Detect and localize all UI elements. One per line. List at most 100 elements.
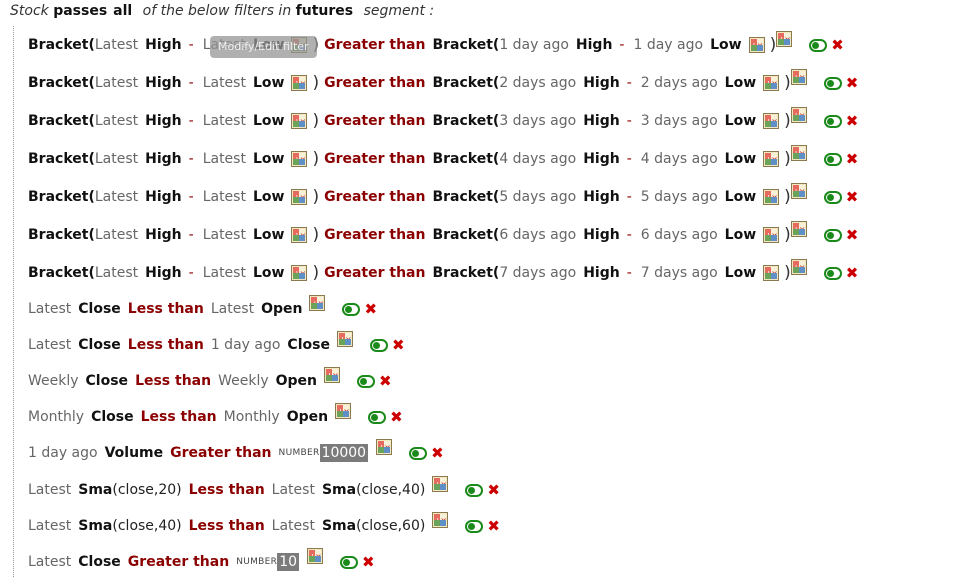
toggle-icon[interactable] [823,152,842,166]
delete-icon[interactable]: ✖ [846,185,859,209]
minus-operator[interactable]: - [189,33,194,57]
timeframe-label[interactable]: Monthly [224,405,280,429]
field-label[interactable]: Close [78,550,121,574]
operator-label[interactable]: Less than [189,514,265,538]
field-label[interactable]: Low [725,223,756,247]
timeframe-label[interactable]: Latest [95,33,138,57]
indicator-label[interactable]: Sma [78,514,112,538]
timeframe-label[interactable]: Latest [203,185,246,209]
timeframe-label[interactable]: Latest [95,71,138,95]
field-label[interactable]: Low [725,147,756,171]
indicator-args[interactable]: (close,20) [112,478,181,502]
toggle-icon[interactable] [368,410,387,424]
indicator-args[interactable]: (close,40) [356,478,425,502]
calculator-icon[interactable] [763,224,780,248]
timeframe-label[interactable]: Latest [203,147,246,171]
bracket-label[interactable]: Bracket( [28,223,95,247]
delete-icon[interactable]: ✖ [364,297,377,321]
field-label[interactable]: Open [287,405,328,429]
timeframe-label[interactable]: 5 days ago [641,185,718,209]
operator-label[interactable]: Greater than [128,550,229,574]
indicator-label[interactable]: Sma [322,478,356,502]
calculator-icon[interactable] [291,224,308,248]
bracket-label[interactable]: Bracket( [28,71,95,95]
field-label[interactable]: High [576,33,613,57]
bracket-label[interactable]: Bracket( [28,261,95,285]
field-label[interactable]: Close [78,297,121,321]
bracket-label[interactable]: Bracket( [432,109,499,133]
operator-label[interactable]: Less than [189,478,265,502]
calculator-icon[interactable] [763,262,780,286]
header-all[interactable]: all [113,3,132,19]
timeframe-label[interactable]: 5 days ago [499,185,576,209]
calculator-icon[interactable] [763,148,780,172]
timeframe-label[interactable]: Latest [272,478,315,502]
calculator-icon[interactable] [790,180,807,204]
toggle-icon[interactable] [823,266,842,280]
minus-operator[interactable]: - [627,261,632,285]
timeframe-label[interactable]: 2 days ago [641,71,718,95]
timeframe-label[interactable]: Latest [272,514,315,538]
timeframe-label[interactable]: 1 day ago [211,333,281,357]
delete-icon[interactable]: ✖ [487,478,500,502]
timeframe-label[interactable]: 6 days ago [641,223,718,247]
timeframe-label[interactable]: Weekly [28,369,79,393]
bracket-label[interactable]: Bracket( [432,71,499,95]
calculator-icon[interactable] [432,509,449,533]
timeframe-label[interactable]: 7 days ago [499,261,576,285]
indicator-args[interactable]: (close,60) [356,514,425,538]
bracket-label[interactable]: Bracket( [28,185,95,209]
minus-operator[interactable]: - [189,261,194,285]
calculator-icon[interactable] [763,186,780,210]
timeframe-label[interactable]: Latest [28,514,71,538]
field-label[interactable]: Close [78,333,121,357]
field-label[interactable]: Low [725,109,756,133]
field-label[interactable]: High [145,185,182,209]
minus-operator[interactable]: - [189,109,194,133]
minus-operator[interactable]: - [627,71,632,95]
toggle-icon[interactable] [823,228,842,242]
minus-operator[interactable]: - [619,33,624,57]
bracket-label[interactable]: Bracket( [432,147,499,171]
field-label[interactable]: High [583,223,620,247]
field-label[interactable]: High [145,33,182,57]
timeframe-label[interactable]: Latest [95,261,138,285]
calculator-icon[interactable] [763,110,780,134]
calculator-icon[interactable] [790,218,807,242]
field-label[interactable]: Low [253,71,284,95]
delete-icon[interactable]: ✖ [431,441,444,465]
timeframe-label[interactable]: 3 days ago [641,109,718,133]
timeframe-label[interactable]: 4 days ago [499,147,576,171]
timeframe-label[interactable]: Latest [28,478,71,502]
field-label[interactable]: High [583,185,620,209]
timeframe-label[interactable]: 6 days ago [499,223,576,247]
field-label[interactable]: Low [725,261,756,285]
calculator-icon[interactable] [790,256,807,280]
toggle-icon[interactable] [357,374,376,388]
toggle-icon[interactable] [823,114,842,128]
minus-operator[interactable]: - [627,109,632,133]
delete-icon[interactable]: ✖ [846,147,859,171]
field-label[interactable]: Open [261,297,302,321]
calculator-icon[interactable] [763,72,780,96]
delete-icon[interactable]: ✖ [379,369,392,393]
delete-icon[interactable]: ✖ [846,223,859,247]
calculator-icon[interactable] [776,28,793,52]
operator-label[interactable]: Greater than [324,109,425,133]
timeframe-label[interactable]: Latest [203,261,246,285]
timeframe-label[interactable]: 7 days ago [641,261,718,285]
calculator-icon[interactable] [307,545,324,569]
minus-operator[interactable]: - [627,185,632,209]
indicator-label[interactable]: Sma [78,478,112,502]
field-label[interactable]: Low [253,109,284,133]
timeframe-label[interactable]: Latest [95,147,138,171]
minus-operator[interactable]: - [189,223,194,247]
bracket-label[interactable]: Bracket( [28,33,95,57]
calculator-icon[interactable] [790,142,807,166]
field-label[interactable]: Low [253,223,284,247]
operator-label[interactable]: Greater than [170,441,271,465]
field-label[interactable]: High [583,147,620,171]
calculator-icon[interactable] [376,436,393,460]
timeframe-label[interactable]: 1 day ago [28,441,98,465]
timeframe-label[interactable]: Latest [95,223,138,247]
